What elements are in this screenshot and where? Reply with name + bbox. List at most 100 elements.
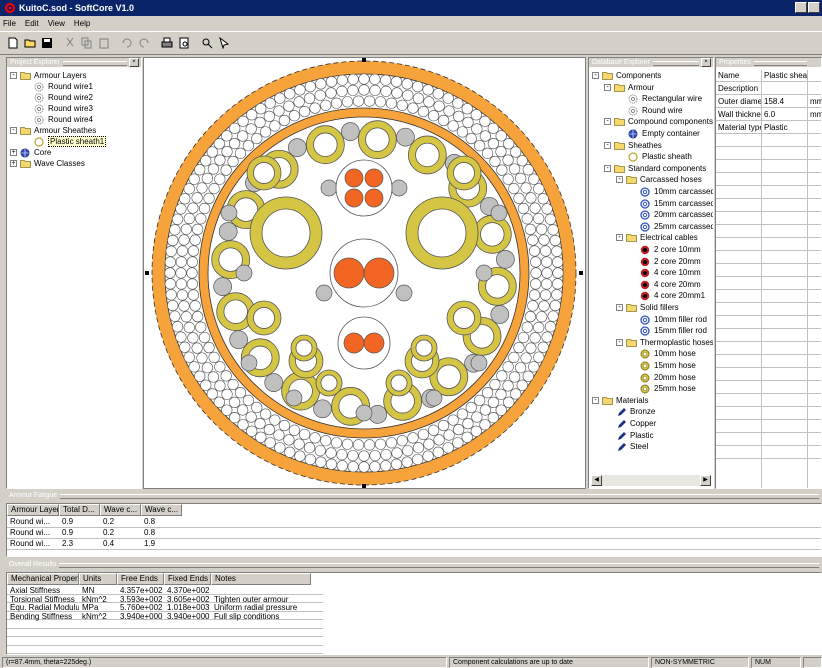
armour-wire[interactable]: [245, 123, 257, 135]
armour-wire[interactable]: [391, 447, 403, 459]
armour-wire[interactable]: [470, 109, 482, 121]
armour-wire[interactable]: [246, 109, 258, 121]
small-hose-bore[interactable]: [415, 339, 433, 357]
armour-wire[interactable]: [391, 87, 403, 99]
armour-wire[interactable]: [428, 110, 440, 122]
armour-wire[interactable]: [227, 155, 239, 168]
tree-item[interactable]: - Compound components: [589, 116, 713, 127]
hose-bore[interactable]: [223, 299, 248, 324]
armour-wire[interactable]: [169, 310, 181, 322]
armour-wire[interactable]: [502, 154, 514, 166]
property-value[interactable]: 158.4: [762, 96, 807, 108]
armour-wire[interactable]: [206, 388, 218, 400]
scroll-right-button[interactable]: ▶: [700, 475, 711, 486]
armour-wire[interactable]: [481, 147, 494, 159]
armour-wire[interactable]: [524, 311, 536, 323]
armour-wire[interactable]: [407, 432, 419, 444]
armour-wire[interactable]: [192, 223, 204, 235]
zoom-icon[interactable]: [199, 35, 215, 51]
armour-wire[interactable]: [417, 105, 430, 118]
expand-icon[interactable]: +: [10, 149, 17, 156]
armour-wire[interactable]: [183, 351, 195, 363]
armour-wire[interactable]: [530, 256, 542, 268]
armour-wire[interactable]: [474, 394, 486, 406]
tree-item[interactable]: - Armour: [589, 82, 713, 93]
armour-wire[interactable]: [213, 138, 225, 150]
armour-wire[interactable]: [192, 311, 204, 323]
filler-rod[interactable]: [495, 249, 515, 269]
armour-wire[interactable]: [208, 351, 220, 364]
armour-wire[interactable]: [167, 299, 179, 312]
cut-icon[interactable]: [62, 35, 78, 51]
armour-wire[interactable]: [298, 105, 311, 118]
column-header[interactable]: Fixed Ends: [164, 573, 211, 585]
armour-wire[interactable]: [347, 73, 359, 85]
armour-wire[interactable]: [363, 95, 376, 107]
armour-wire[interactable]: [194, 370, 206, 382]
armour-wire[interactable]: [520, 352, 532, 364]
armour-wire[interactable]: [369, 73, 381, 85]
selection-handle[interactable]: [362, 484, 366, 488]
armour-wire[interactable]: [489, 378, 501, 391]
armour-wire[interactable]: [195, 213, 207, 225]
armour-wire[interactable]: [229, 412, 241, 424]
property-row[interactable]: Outer diamete158.4mm: [716, 96, 822, 108]
armour-wire[interactable]: [330, 97, 343, 109]
drawing-canvas[interactable]: [143, 57, 586, 489]
armour-wire[interactable]: [481, 387, 494, 399]
armour-wire[interactable]: [515, 172, 527, 184]
armour-wire[interactable]: [320, 435, 332, 447]
tree-item[interactable]: - Armour Layers: [7, 70, 141, 81]
column-header[interactable]: Total D...: [59, 504, 100, 516]
armour-wire[interactable]: [213, 396, 225, 408]
tree-item[interactable]: Round wire2: [7, 92, 141, 103]
armour-wire[interactable]: [516, 155, 528, 167]
armour-wire[interactable]: [533, 212, 545, 225]
armour-wire[interactable]: [474, 140, 486, 152]
armour-wire[interactable]: [358, 84, 370, 96]
tree-item[interactable]: 15mm hose: [589, 360, 713, 371]
property-row[interactable]: Material type Plastic: [716, 122, 821, 134]
armour-wire[interactable]: [201, 172, 213, 184]
column-header[interactable]: Wave c...: [100, 504, 141, 516]
armour-wire[interactable]: [530, 278, 542, 290]
armour-wire[interactable]: [179, 341, 191, 353]
filler-rod[interactable]: [220, 204, 238, 222]
filler-rod[interactable]: [470, 354, 488, 372]
armour-wire[interactable]: [164, 256, 176, 268]
armour-wire[interactable]: [206, 146, 218, 158]
armour-wire[interactable]: [200, 155, 212, 167]
armour-wire[interactable]: [369, 461, 381, 473]
armour-wire[interactable]: [207, 163, 219, 175]
armour-wire[interactable]: [336, 74, 348, 86]
armour-wire[interactable]: [165, 289, 177, 301]
armour-wire[interactable]: [220, 164, 232, 176]
menu-help[interactable]: Help: [74, 19, 90, 28]
armour-wire[interactable]: [529, 202, 541, 214]
armour-wire[interactable]: [516, 379, 528, 391]
selection-handle[interactable]: [362, 58, 366, 62]
scroll-left-button[interactable]: ◀: [591, 475, 602, 486]
armour-wire[interactable]: [453, 110, 465, 122]
armour-wire[interactable]: [422, 84, 434, 96]
paste-icon[interactable]: [96, 35, 112, 51]
print-icon[interactable]: [159, 35, 175, 51]
column-header[interactable]: Notes: [211, 573, 311, 585]
armour-wire[interactable]: [479, 419, 491, 431]
armour-wire[interactable]: [188, 173, 200, 185]
armour-wire[interactable]: [259, 408, 272, 420]
armour-wire[interactable]: [547, 310, 559, 322]
armour-wire[interactable]: [380, 449, 392, 461]
tree-item[interactable]: Round wire: [589, 105, 713, 116]
armour-wire[interactable]: [315, 456, 327, 468]
armour-wire[interactable]: [380, 460, 392, 472]
armour-wire[interactable]: [363, 439, 376, 451]
armour-wire[interactable]: [396, 435, 408, 447]
cable-core[interactable]: [363, 332, 385, 354]
armour-wire[interactable]: [552, 256, 564, 268]
armour-wire[interactable]: [471, 411, 483, 423]
armour-wire[interactable]: [479, 115, 491, 127]
copy-icon[interactable]: [79, 35, 95, 51]
collapse-icon[interactable]: -: [10, 127, 17, 134]
filler-rod[interactable]: [229, 330, 248, 350]
